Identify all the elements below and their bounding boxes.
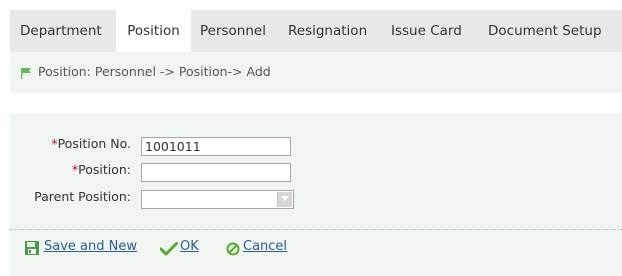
tab-issue-card[interactable]: Issue Card	[391, 10, 462, 52]
message-strip	[10, 93, 622, 113]
chevron-down-icon[interactable]	[277, 192, 292, 207]
ok-button[interactable]: OK	[180, 239, 199, 254]
tab-document-setup[interactable]: Document Setup	[488, 10, 602, 52]
save-icon[interactable]	[24, 240, 40, 256]
position-no-input[interactable]	[141, 137, 291, 156]
cancel-icon[interactable]	[226, 242, 240, 256]
tab-department[interactable]: Department	[10, 10, 118, 52]
tab-position[interactable]: Position	[116, 10, 191, 52]
action-bar: Save and New OK Cancel	[10, 230, 622, 276]
tab-bar: Department Position Personnel Resignatio…	[10, 10, 622, 52]
position-form: *Position No. *Position: Parent Position…	[10, 113, 622, 229]
breadcrumb: Position: Personnel -> Position-> Add	[10, 52, 622, 93]
position-no-label: *Position No.	[51, 136, 131, 151]
position-label: *Position:	[71, 162, 131, 177]
breadcrumb-text: Position: Personnel -> Position-> Add	[38, 64, 271, 79]
flag-icon	[21, 68, 31, 79]
checkmark-icon[interactable]	[160, 242, 178, 256]
tab-personnel[interactable]: Personnel	[200, 10, 266, 52]
parent-position-label: Parent Position:	[34, 189, 131, 204]
cancel-button[interactable]: Cancel	[243, 239, 287, 254]
parent-position-select[interactable]	[141, 190, 294, 209]
position-input[interactable]	[141, 163, 291, 182]
save-and-new-button[interactable]: Save and New	[44, 239, 137, 254]
tab-resignation[interactable]: Resignation	[288, 10, 367, 52]
